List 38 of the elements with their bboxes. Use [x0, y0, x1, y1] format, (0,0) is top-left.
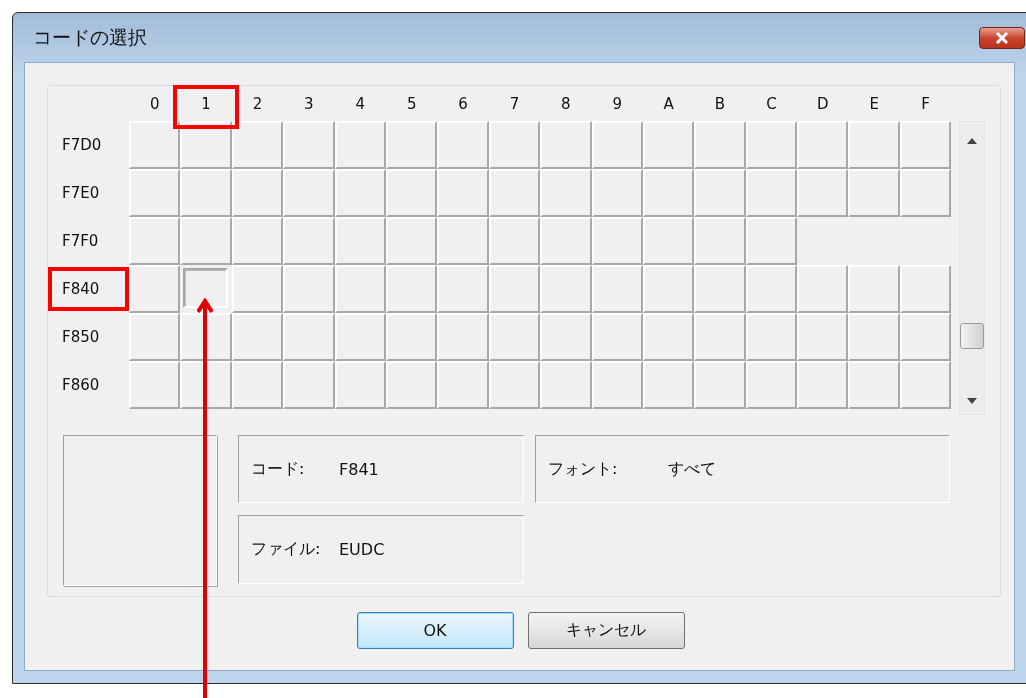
- column-header: C: [765, 93, 778, 115]
- row-header: F7D0: [61, 135, 103, 156]
- column-header: 0: [148, 93, 161, 115]
- dialog-button[interactable]: キャンセル: [527, 612, 685, 649]
- dialog-button[interactable]: OK: [356, 612, 514, 649]
- font-value: すべて: [668, 458, 716, 480]
- character-cell[interactable]: [183, 268, 228, 308]
- column-header: 3: [303, 93, 315, 115]
- column-header: 4: [354, 93, 367, 115]
- row-header: F850: [61, 327, 101, 348]
- row-header: F860: [61, 375, 101, 396]
- code-label: コード:: [251, 458, 306, 480]
- column-header: 1: [180, 86, 232, 121]
- column-header: D: [816, 93, 830, 115]
- row-header: F840: [48, 265, 129, 313]
- scrollbar[interactable]: [959, 121, 986, 415]
- column-header: F: [920, 93, 931, 115]
- column-header: 8: [560, 93, 572, 115]
- code-value: F841: [339, 459, 379, 479]
- close-button[interactable]: [979, 26, 1025, 49]
- column-header: 2: [251, 93, 264, 115]
- scroll-up-icon[interactable]: [967, 138, 978, 144]
- column-header: 7: [508, 93, 521, 115]
- column-header: 6: [457, 93, 469, 115]
- column-header: 5: [405, 93, 418, 115]
- column-header: B: [713, 93, 727, 115]
- column-header: E: [868, 93, 880, 115]
- file-value: EUDC: [339, 540, 385, 559]
- scroll-thumb[interactable]: [960, 323, 985, 349]
- row-header: F7F0: [61, 231, 100, 252]
- column-header: 9: [611, 93, 623, 115]
- file-label: ファイル:: [251, 539, 322, 560]
- close-icon: [995, 31, 1009, 44]
- scroll-down-icon[interactable]: [967, 398, 978, 404]
- font-label: フォント:: [548, 458, 619, 480]
- column-header: A: [662, 93, 675, 115]
- row-header: F7E0: [61, 183, 101, 204]
- window-title: コードの選択: [32, 24, 147, 50]
